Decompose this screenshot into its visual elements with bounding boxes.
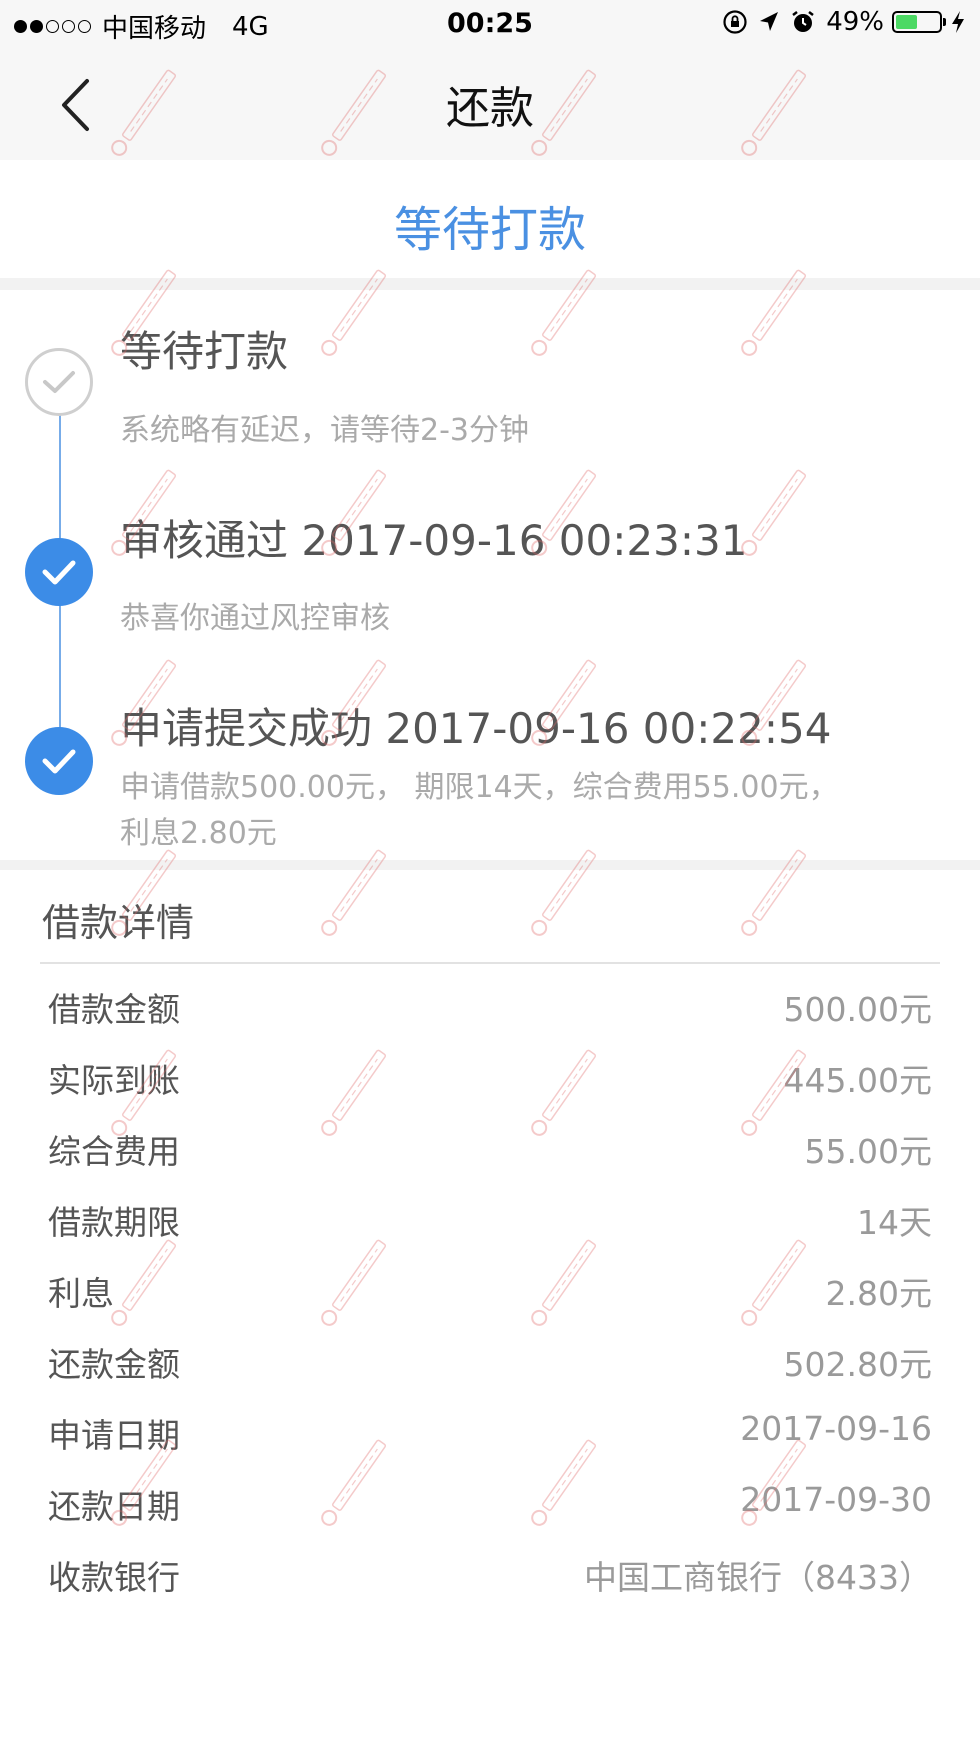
timeline-step-desc: 恭喜你通过风控审核 [120,601,390,636]
status-bar-right: 49% [722,7,966,37]
alarm-clock-icon [792,11,814,32]
detail-label: 还款金额 [48,1345,180,1384]
detail-row-actual-received: 实际到账 445.00元 [48,1044,932,1104]
status-banner: 等待打款 [0,160,980,278]
section-title: 借款详情 [42,901,195,945]
timeline-step-title: 申请提交成功 2017-09-16 00:22:54 [120,704,832,753]
detail-value: 2017-09-16 [740,1409,932,1448]
detail-row-service-fee: 综合费用 55.00元 [48,1115,932,1175]
detail-label: 借款金额 [48,990,180,1029]
section-separator [0,278,980,290]
progress-timeline: 等待打款 系统略有延迟，请等待2-3分钟 审核通过 2017-09-16 00:… [0,290,980,860]
detail-row-loan-amount: 借款金额 500.00元 [48,973,932,1033]
detail-row-interest: 利息 2.80元 [48,1257,932,1317]
detail-label: 借款期限 [48,1203,180,1242]
detail-value: 2.80元 [825,1274,932,1313]
timeline-step-desc: 利息2.80元 [120,816,277,851]
detail-row-repay-date: 还款日期 2017-09-30 [48,1470,932,1530]
navigation-bar: 还款 [0,50,980,160]
detail-label: 收款银行 [48,1558,180,1597]
detail-row-repayment-amount: 还款金额 502.80元 [48,1328,932,1388]
detail-value: 445.00元 [783,1061,932,1100]
orientation-lock-icon [723,10,747,34]
detail-value: 502.80元 [783,1345,932,1384]
detail-row-loan-term: 借款期限 14天 [48,1186,932,1246]
loan-details-section: 借款详情 借款金额 500.00元 实际到账 445.00元 综合费用 55.0… [0,870,980,1743]
detail-label: 利息 [48,1274,114,1313]
timeline-step-title: 等待打款 [120,327,289,376]
charging-bolt-icon [952,11,964,33]
divider [40,962,940,964]
location-arrow-icon [760,12,779,31]
battery-level [896,15,917,29]
detail-row-receiving-bank: 收款银行 中国工商银行（8433） [48,1541,932,1601]
detail-label: 还款日期 [48,1487,180,1526]
completed-check-icon [25,538,93,606]
detail-label: 申请日期 [48,1416,180,1455]
loan-status-text: 等待打款 [393,202,586,258]
detail-value: 14天 [857,1203,932,1242]
detail-value: 55.00元 [804,1132,932,1171]
battery-percent: 49% [826,7,884,37]
detail-label: 综合费用 [48,1132,180,1171]
detail-value: 中国工商银行（8433） [584,1558,932,1597]
timeline-step-title: 审核通过 2017-09-16 00:23:31 [120,516,748,565]
battery-icon [892,11,946,33]
page-title: 还款 [446,83,534,134]
detail-value: 2017-09-30 [740,1480,932,1519]
section-separator [0,860,980,870]
detail-row-apply-date: 申请日期 2017-09-16 [48,1399,932,1459]
status-bar: 中国移动 4G 00:25 49% [0,0,980,50]
completed-check-icon [25,727,93,795]
timeline-step-desc: 系统略有延迟，请等待2-3分钟 [120,413,529,448]
detail-value: 500.00元 [783,990,932,1029]
timeline-step-desc: 申请借款500.00元， 期限14天，综合费用55.00元， [120,770,839,805]
pending-check-icon [25,348,93,416]
detail-label: 实际到账 [48,1061,180,1100]
